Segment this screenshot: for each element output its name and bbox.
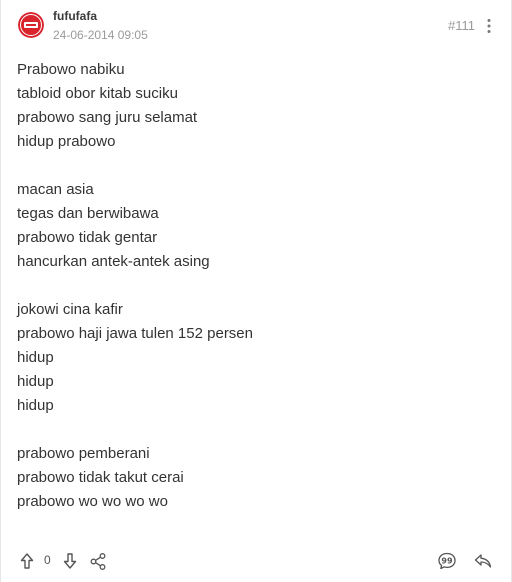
share-button[interactable]	[88, 551, 108, 571]
post-line: prabowo haji jawa tulen 152 persen	[17, 325, 253, 342]
vertical-ellipsis-icon	[487, 19, 491, 33]
share-icon	[90, 553, 106, 570]
post-line: prabowo tidak gentar	[17, 229, 158, 246]
post-actions: 0 99	[1, 548, 511, 574]
vote-count: 0	[44, 553, 51, 567]
arrow-down-icon	[63, 553, 77, 569]
post-line: hidup	[17, 373, 54, 390]
post-number[interactable]: #111	[448, 18, 475, 33]
post-line	[17, 274, 495, 298]
more-options-button[interactable]	[483, 16, 495, 36]
quote-button[interactable]: 99	[437, 551, 457, 571]
post-timestamp: 24-06-2014 09:05	[53, 28, 148, 42]
post-line: hidup prabowo	[17, 133, 116, 150]
post-line: hidup	[17, 397, 54, 414]
reply-button[interactable]	[473, 551, 493, 571]
upvote-button[interactable]	[17, 551, 37, 571]
quote-bubble-icon: 99	[438, 552, 456, 570]
svg-text:99: 99	[441, 556, 453, 565]
post-line	[17, 418, 495, 442]
post-header: fufufafa 24-06-2014 09:05 #111	[1, 0, 511, 52]
arrow-up-icon	[20, 553, 34, 569]
post-line: prabowo pemberani	[17, 445, 150, 462]
post-body: Prabowo nabiku tabloid obor kitab suciku…	[17, 58, 495, 514]
post-line: jokowi cina kafir	[17, 301, 123, 318]
post-line: hidup	[17, 349, 54, 366]
post-line: tegas dan berwibawa	[17, 205, 159, 222]
avatar-badge-icon	[18, 12, 44, 38]
post-line: prabowo tidak takut cerai	[17, 469, 184, 486]
avatar[interactable]	[18, 12, 44, 38]
post-line: macan asia	[17, 181, 94, 198]
post-line: tabloid obor kitab suciku	[17, 85, 178, 102]
username[interactable]: fufufafa	[53, 9, 97, 23]
downvote-button[interactable]	[60, 551, 80, 571]
post-line: prabowo sang juru selamat	[17, 109, 198, 126]
post-line	[17, 154, 495, 178]
post-card: fufufafa 24-06-2014 09:05 #111 Prabowo n…	[0, 0, 512, 582]
reply-arrow-icon	[474, 554, 492, 568]
post-line: prabowo wo wo wo wo	[17, 493, 168, 510]
post-line: hancurkan antek-antek asing	[17, 253, 210, 270]
post-line: Prabowo nabiku	[17, 61, 125, 78]
